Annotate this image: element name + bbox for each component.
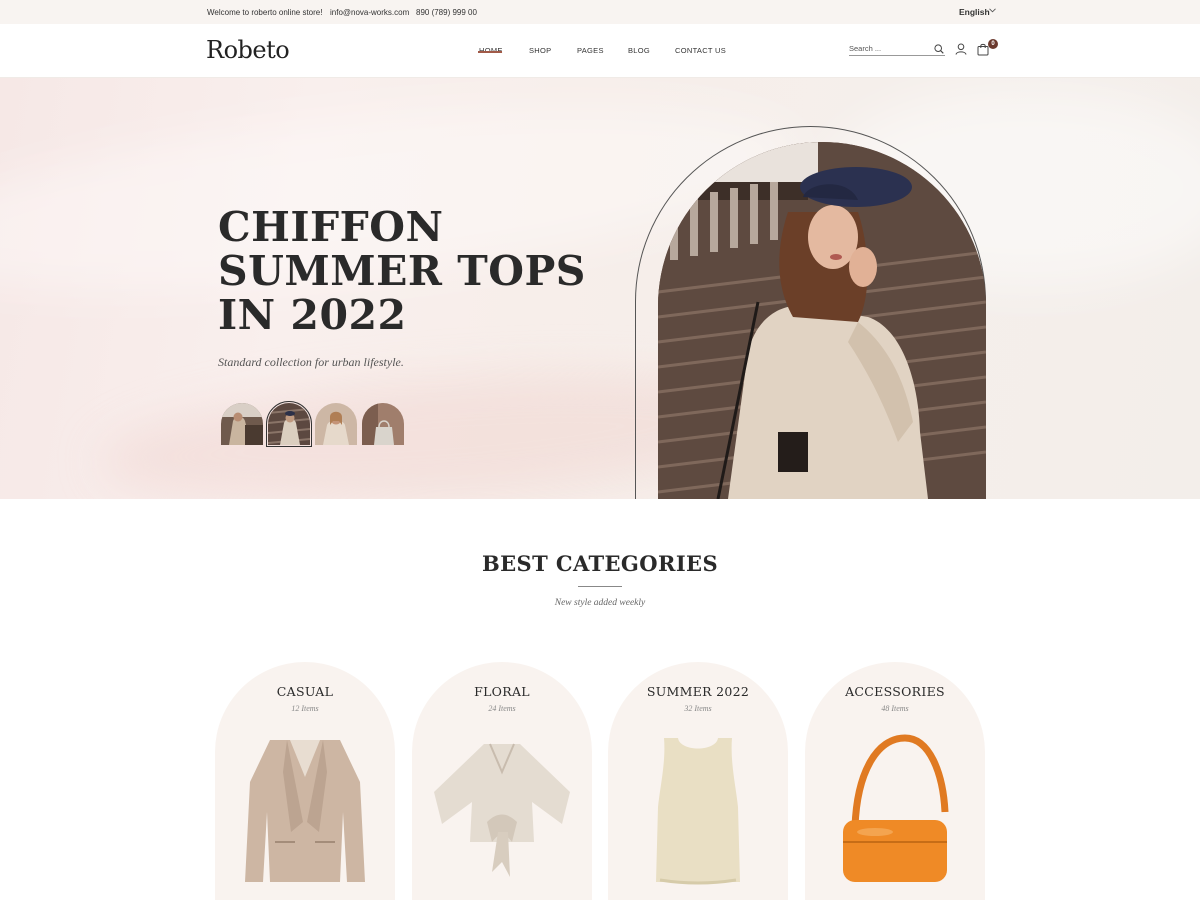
handbag-icon [843,734,949,882]
nav-blog[interactable]: BLOG [628,46,650,55]
category-count: 12 Items [291,704,319,713]
tank-top-icon [656,738,740,885]
categories-title: BEST CATEGORIES [481,551,719,576]
category-card-casual[interactable]: CASUAL 12 Items [215,662,395,900]
hero-model-photo [658,142,986,499]
categories-subtitle: New style added weekly [554,598,646,608]
hero-thumbnail-4[interactable] [362,403,404,445]
hero-title-line: SUMMER TOPS [218,247,586,295]
category-count: 32 Items [684,704,712,713]
category-count: 48 Items [881,704,909,713]
search-box [849,40,945,56]
category-name: SUMMER 2022 [646,684,750,699]
nav-pages[interactable]: PAGES [577,46,604,55]
hero-thumbnail-1[interactable] [221,403,263,445]
active-nav-indicator [478,51,502,53]
hero-banner: CHIFFON SUMMER TOPS IN 2022 Standard col… [0,78,1200,499]
category-card-accessories[interactable]: ACCESSORIES 48 Items [805,662,985,900]
nav-shop[interactable]: SHOP [529,46,551,55]
hero-title: CHIFFON SUMMER TOPS IN 2022 [218,205,586,337]
category-card-floral[interactable]: FLORAL 24 Items [412,662,592,900]
hero-title-line: CHIFFON [218,203,444,251]
search-input[interactable] [849,44,929,53]
hero-title-line: IN 2022 [218,291,407,339]
welcome-text: Welcome to roberto online store! [207,8,323,17]
blouse-icon [434,743,570,877]
hero-thumbnail-2[interactable] [266,401,312,447]
user-icon[interactable] [955,43,967,55]
category-count: 24 Items [488,704,516,713]
category-name: FLORAL [474,684,530,699]
language-label: English [959,7,990,17]
phone-link[interactable]: 890 (789) 999 00 [416,8,477,17]
cart-count-badge: 0 [988,39,998,49]
categories-divider [578,586,622,587]
hero-thumbnail-3[interactable] [315,403,357,445]
category-name: CASUAL [276,684,334,699]
nav-contact-us[interactable]: CONTACT US [675,46,726,55]
site-logo[interactable]: Robeto [206,36,290,64]
top-bar: Welcome to roberto online store! info@no… [0,0,1200,24]
chevron-down-icon [989,8,996,13]
category-name: ACCESSORIES [845,684,945,699]
search-icon[interactable] [934,44,944,54]
site-header: Robeto HOME SHOP PAGES BLOG CONTACT US [0,24,1200,78]
category-card-summer-2022[interactable]: SUMMER 2022 32 Items [608,662,788,900]
hero-subtitle: Standard collection for urban lifestyle. [218,355,404,369]
language-selector[interactable]: English [959,7,996,17]
blazer-icon [245,740,365,882]
email-link[interactable]: info@nova-works.com [330,8,409,17]
